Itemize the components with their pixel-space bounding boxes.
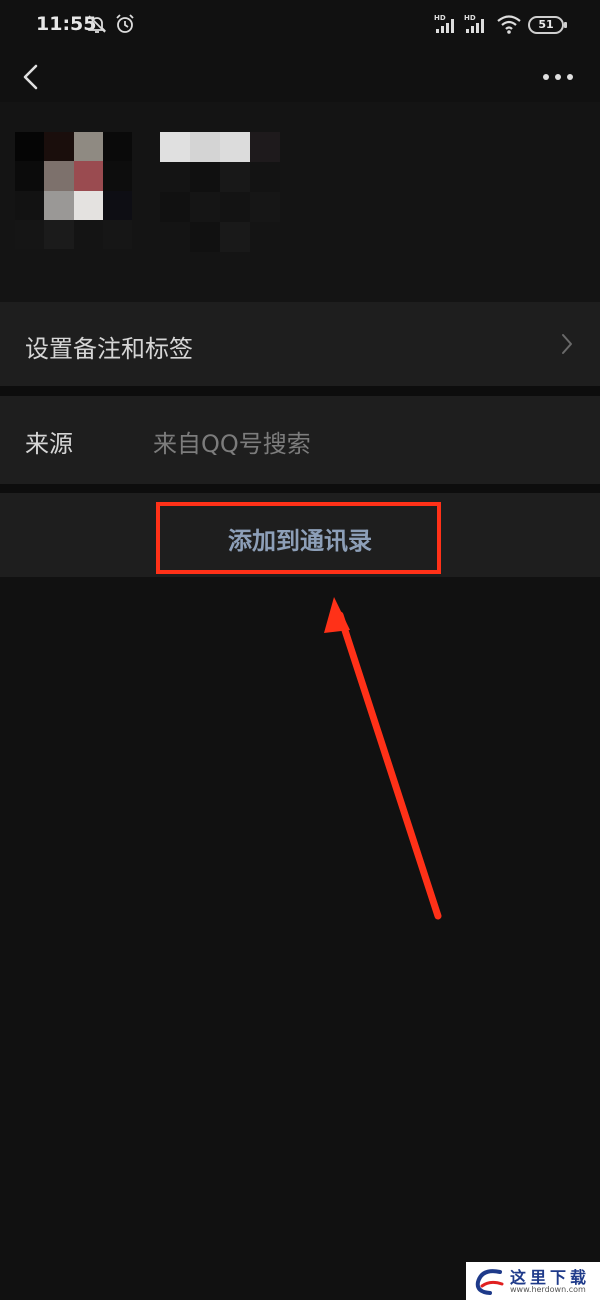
watermark: 这里下载 www.herdown.com: [466, 1262, 600, 1300]
more-dots-icon: [543, 74, 573, 80]
status-bar: 11:55 HD HD 51: [0, 0, 600, 52]
mute-bell-icon: [86, 13, 108, 39]
signal-hd-icon: HD: [434, 13, 460, 39]
remark-tags-label: 设置备注和标签: [25, 335, 193, 363]
profile-header: [0, 102, 600, 302]
watermark-logo-icon: [475, 1269, 504, 1295]
svg-text:HD: HD: [434, 14, 446, 22]
highlight-box: [156, 502, 441, 574]
signal-hd-icon: HD: [464, 13, 490, 39]
source-row: 来源 来自QQ号搜索: [0, 396, 600, 484]
more-button[interactable]: [540, 62, 576, 92]
back-button[interactable]: [18, 62, 46, 92]
section-divider: [0, 484, 600, 493]
remark-tags-row[interactable]: 设置备注和标签: [0, 302, 600, 386]
avatar[interactable]: [15, 132, 132, 249]
section-divider: [0, 386, 600, 396]
battery-icon: 51: [528, 16, 567, 34]
alarm-icon: [114, 13, 136, 39]
watermark-url: www.herdown.com: [510, 1285, 586, 1294]
nickname: [160, 132, 280, 252]
chevron-left-icon: [23, 64, 38, 90]
source-value: 来自QQ号搜索: [153, 430, 311, 458]
wifi-icon: [496, 13, 522, 39]
svg-text:HD: HD: [464, 14, 476, 22]
top-nav: [0, 52, 600, 102]
chevron-right-icon: [560, 332, 574, 356]
source-label: 来源: [25, 430, 73, 458]
